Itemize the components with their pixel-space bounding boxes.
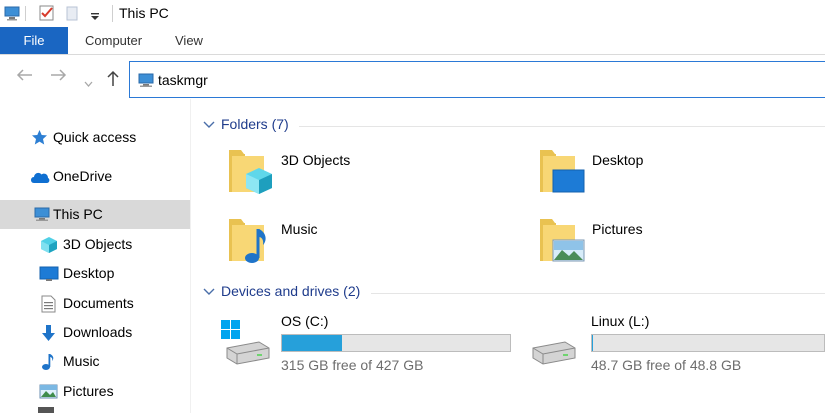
star-icon [31,129,48,149]
back-arrow-icon[interactable] [15,68,33,85]
folder-tile-label: 3D Objects [281,152,351,168]
title-divider [112,5,113,22]
drive-tile-os-c[interactable]: OS (C:) 315 GB free of 427 GB [219,313,519,373]
folder-tile-3d-objects[interactable]: 3D Objects [225,146,475,206]
drives-group-header[interactable]: Devices and drives (2) [203,283,383,303]
recent-locations-chevron-icon[interactable] [84,73,93,90]
forward-arrow-icon[interactable] [50,68,68,85]
address-bar[interactable]: taskmgr [129,61,825,98]
sidebar-item-quick-access[interactable]: Quick access [0,123,190,152]
computer-icon[interactable] [3,4,21,25]
folder-tile-music[interactable]: Music [225,215,475,275]
drive-usage-bar [591,334,825,352]
sidebar-item-desktop[interactable]: Desktop [0,259,190,288]
group-divider [371,293,825,294]
folder-desktop-icon [536,146,586,199]
address-path: taskmgr [158,72,208,88]
windows-drive-icon [219,318,271,371]
drive-label: Linux (L:) [591,313,650,329]
chevron-down-icon [203,284,215,300]
music-note-icon [41,353,55,374]
cloud-icon [29,170,50,187]
group-label: Devices and drives (2) [221,283,361,299]
sidebar-item-label: Music [63,353,100,369]
content-pane: Folders (7) 3D Objects Desktop Music Pic… [191,99,825,413]
tab-file[interactable]: File [0,27,68,54]
folder-tile-desktop[interactable]: Desktop [536,146,786,206]
customize-dropdown-icon[interactable] [90,9,100,25]
picture-icon [39,384,58,402]
sidebar-item-downloads[interactable]: Downloads [0,318,190,347]
drive-tile-linux-l[interactable]: Linux (L:) 48.7 GB free of 48.8 GB [529,313,825,373]
window-title: This PC [119,5,169,21]
cube-icon [40,236,58,257]
sidebar-item-label: Quick access [53,129,137,145]
download-arrow-icon [41,324,56,345]
computer-icon [33,207,51,225]
chevron-down-icon [203,117,215,133]
qa-divider [25,6,26,21]
sidebar-item-documents[interactable]: Documents [0,289,190,318]
drive-usage-bar [281,334,511,352]
sidebar-item-label: 3D Objects [63,236,133,252]
sidebar-item-label: This PC [53,206,103,222]
sidebar-item-label: OneDrive [53,168,113,184]
sidebar-next-item-icon [38,407,54,413]
sidebar-item-label: Downloads [63,324,133,340]
folder-music-icon [225,215,275,268]
new-folder-icon[interactable] [65,4,79,25]
group-label: Folders (7) [221,116,289,132]
folder-tile-label: Desktop [592,152,644,168]
drive-free-space: 48.7 GB free of 48.8 GB [591,357,742,373]
sidebar-item-3d-objects[interactable]: 3D Objects [0,230,190,259]
ribbon-tabs: File Computer View [0,27,825,55]
drive-usage-fill [282,335,342,351]
navigation-pane: Quick access OneDrive This PC 3D Objects… [0,99,190,413]
folder-tile-label: Music [281,221,318,237]
sidebar-item-music[interactable]: Music [0,347,190,376]
desktop-icon [39,266,59,284]
title-bar: This PC [0,0,825,27]
drive-label: OS (C:) [281,313,329,329]
navigation-bar: taskmgr [0,56,825,99]
tab-computer[interactable]: Computer [85,27,145,54]
folder-tile-label: Pictures [592,221,643,237]
properties-checkmark-icon[interactable] [38,4,56,25]
folder-tile-pictures[interactable]: Pictures [536,215,786,275]
sidebar-item-label: Pictures [63,383,114,399]
sidebar-item-onedrive[interactable]: OneDrive [0,162,190,191]
hard-drive-icon [529,318,581,371]
tab-view[interactable]: View [175,27,215,54]
folder-3d-objects-icon [225,146,275,199]
up-arrow-icon[interactable] [106,69,120,90]
document-icon [41,295,56,316]
computer-icon [137,73,155,91]
sidebar-item-this-pc[interactable]: This PC [0,200,190,229]
sidebar-item-label: Documents [63,295,134,311]
sidebar-item-label: Desktop [63,265,115,281]
drive-free-space: 315 GB free of 427 GB [281,357,424,373]
sidebar-item-pictures[interactable]: Pictures [0,377,190,406]
group-divider [299,126,825,127]
folder-pictures-icon [536,215,586,268]
